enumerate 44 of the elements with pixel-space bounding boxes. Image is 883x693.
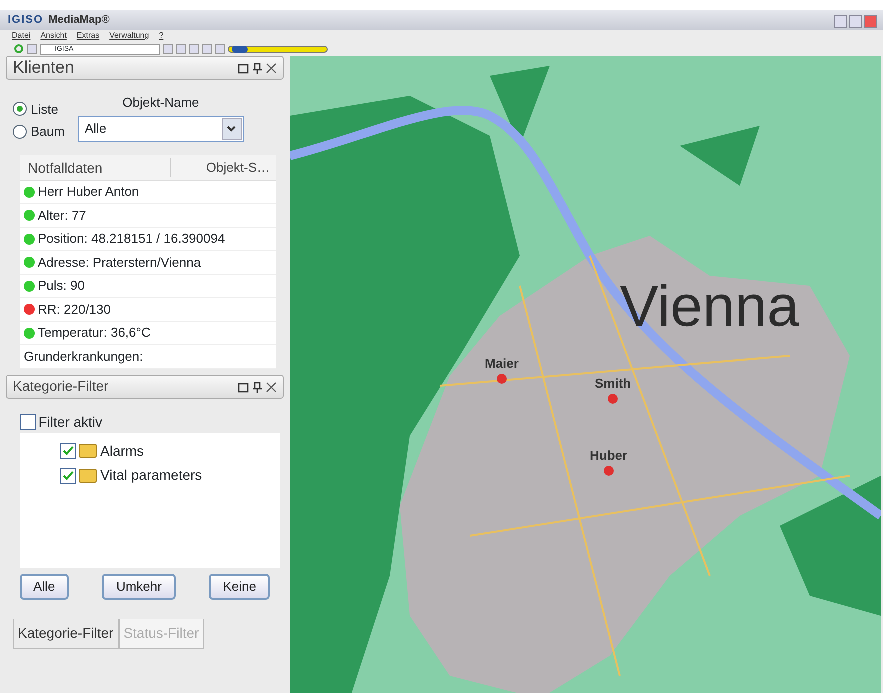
menu-item[interactable]: Ansicht <box>40 30 67 42</box>
check-icon <box>62 446 74 456</box>
city-label: Vienna <box>620 278 800 336</box>
table-cell-text: Adresse: Praterstern/Vienna <box>38 254 202 272</box>
column-header[interactable]: Objekt-S… <box>170 158 276 177</box>
filter-button[interactable]: Keine <box>209 574 270 600</box>
category-item[interactable]: Vital parameters <box>60 465 280 486</box>
panel-title: Klienten <box>13 57 76 80</box>
filter-button[interactable]: Alle <box>20 574 70 600</box>
refresh-icon[interactable] <box>14 44 24 54</box>
folder-icon <box>79 444 98 458</box>
table-cell-text: Herr Huber Anton <box>38 183 140 202</box>
menu-item[interactable]: Extras <box>76 30 100 42</box>
menu-item[interactable]: Datei <box>12 30 31 42</box>
minimize-button[interactable] <box>834 15 847 28</box>
folder-icon <box>79 468 98 482</box>
table-cell-text: Position: 48.218151 / 16.390094 <box>38 230 226 248</box>
table-cell-text: Grunderkrankungen: <box>24 348 144 366</box>
caret-icon[interactable] <box>227 126 236 132</box>
marker-label: Huber <box>590 447 628 465</box>
menu-item[interactable]: Verwaltung <box>110 30 150 42</box>
table-cell-text: Temperatur: 36,6°C <box>38 324 151 342</box>
radio-option[interactable]: Liste <box>13 100 65 119</box>
check-icon <box>62 470 74 480</box>
column-header[interactable]: Notfalldaten <box>20 154 170 180</box>
marker-label: Maier <box>485 355 519 373</box>
marker-label: Smith <box>595 375 632 393</box>
table-cell-text: Puls: 90 <box>38 277 85 296</box>
maximize-button[interactable] <box>849 15 862 28</box>
category-item[interactable]: Alarms <box>60 440 280 462</box>
filter-button[interactable]: Umkehr <box>102 574 176 600</box>
radio-option[interactable]: Baum <box>13 122 65 142</box>
slider-thumb[interactable] <box>232 46 248 52</box>
table-cell-text: Alter: 77 <box>38 206 86 225</box>
object-name-select[interactable]: Alle <box>78 116 244 142</box>
zoom-slider[interactable] <box>228 46 328 52</box>
field-label: Objekt-Name <box>122 94 200 112</box>
panel-title: Kategorie-Filter <box>13 377 110 396</box>
table-cell-text: RR: 220/130 <box>38 300 111 319</box>
filter-checkbox[interactable]: Filter aktiv <box>0 398 290 433</box>
menu-item[interactable]: ? <box>159 30 164 42</box>
panel-tab[interactable]: Kategorie-Filter <box>13 619 119 650</box>
app-logo: IGISO <box>8 12 44 28</box>
window-title: MediaMap® <box>48 12 111 28</box>
